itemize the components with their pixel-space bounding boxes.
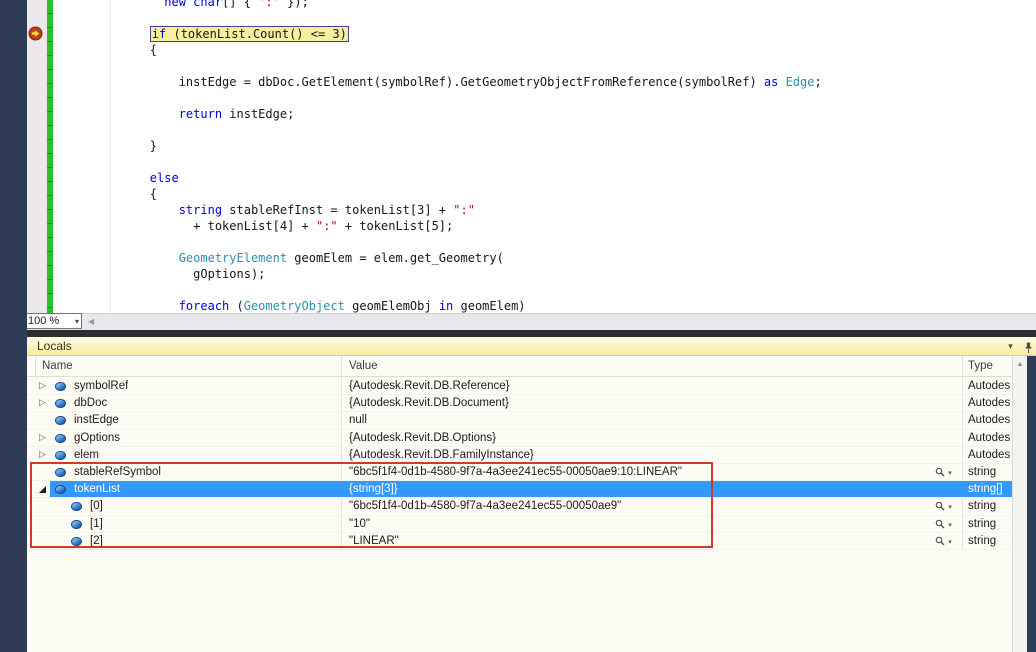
field-icon — [55, 485, 66, 494]
locals-grid: Name Value Type ▷ symbolRef {Autodesk.Revi… — [27, 356, 1012, 652]
local-type: string — [968, 533, 1012, 550]
local-type: string[] — [968, 481, 1012, 498]
local-row-0[interactable]: [0] "6bc5f1f4-0d1b-4580-9f7a-4a3ee241ec55… — [27, 498, 1012, 515]
chevron-down-icon: ▾ — [75, 315, 79, 329]
local-type: Autodes — [968, 395, 1012, 412]
code-line: { — [92, 186, 157, 202]
local-row-stableRefSymbol[interactable]: stableRefSymbol "6bc5f1f4-0d1b-4580-9f7a-… — [27, 464, 1012, 481]
magnifier-icon[interactable]: ▾ — [935, 536, 963, 549]
locals-title-bar[interactable]: Locals ▾ × — [27, 337, 1036, 356]
code-area[interactable]: new char[] { ':' }); if (tokenList.Count… — [53, 0, 1036, 313]
local-name: tokenList — [74, 481, 120, 498]
local-value[interactable]: "6bc5f1f4-0d1b-4580-9f7a-4a3ee241ec55-00… — [349, 498, 931, 515]
locals-title: Locals — [37, 337, 72, 356]
pane-splitter[interactable] — [0, 330, 1036, 337]
code-line: + tokenList[4] + ":" + tokenList[5]; — [92, 218, 453, 234]
local-type: Autodes — [968, 378, 1012, 395]
local-row-instEdge[interactable]: instEdge null Autodes — [27, 412, 1012, 429]
code-line: string stableRefInst = tokenList[3] + ":… — [92, 202, 475, 218]
local-type: string — [968, 498, 1012, 515]
expander-collapsed-icon[interactable]: ▷ — [39, 380, 46, 391]
column-divider[interactable] — [35, 356, 36, 377]
field-icon — [55, 468, 66, 477]
code-line: GeometryElement geomElem = elem.get_Geom… — [92, 250, 504, 266]
field-icon — [55, 434, 66, 443]
code-line: foreach (GeometryObject geomElemObj in g… — [92, 298, 526, 313]
local-row-2[interactable]: [2] "LINEAR" ▾ string — [27, 533, 1012, 550]
local-row-dbDoc[interactable]: ▷ dbDoc {Autodesk.Revit.DB.Document} Autode… — [27, 395, 1012, 412]
field-icon — [71, 520, 82, 529]
local-value[interactable]: {Autodesk.Revit.DB.FamilyInstance} — [349, 447, 931, 464]
local-type: string — [968, 516, 1012, 533]
local-name: instEdge — [74, 412, 119, 429]
local-row-gOptions[interactable]: ▷ gOptions {Autodesk.Revit.DB.Options} Auto… — [27, 430, 1012, 447]
editor-zoom-select[interactable]: 100 % ▾ — [22, 313, 82, 329]
magnifier-icon[interactable]: ▾ — [935, 519, 963, 532]
column-header-type[interactable]: Type — [968, 356, 993, 377]
code-line: } — [92, 138, 157, 154]
field-icon — [55, 416, 66, 425]
code-line: { — [92, 42, 157, 58]
local-value[interactable]: {string[3]} — [349, 481, 931, 498]
local-type: Autodes — [968, 430, 1012, 447]
local-value[interactable]: {Autodesk.Revit.DB.Reference} — [349, 378, 931, 395]
editor-zoom-value: 100 % — [28, 315, 59, 327]
magnifier-icon[interactable]: ▾ — [935, 501, 963, 514]
scroll-up-icon[interactable]: ▲ — [1013, 361, 1027, 368]
code-line: if (tokenList.Count() <= 3) — [92, 26, 349, 42]
local-type: string — [968, 464, 1012, 481]
locals-header-row: Name Value Type — [27, 356, 1012, 377]
local-type: Autodes — [968, 447, 1012, 464]
local-value[interactable]: "LINEAR" — [349, 533, 931, 550]
magnifier-icon[interactable]: ▾ — [935, 467, 963, 480]
field-icon — [55, 382, 66, 391]
code-line: else — [92, 170, 179, 186]
local-name: dbDoc — [74, 395, 107, 412]
field-icon — [55, 451, 66, 460]
local-name: gOptions — [74, 430, 120, 447]
window-position-menu-icon[interactable]: ▾ — [1003, 337, 1018, 356]
local-name: elem — [74, 447, 99, 464]
scroll-left-icon[interactable]: ◀ — [88, 317, 94, 327]
field-icon — [71, 502, 82, 511]
local-type: Autodes — [968, 412, 1012, 429]
local-name: [1] — [90, 516, 103, 533]
code-line: instEdge = dbDoc.GetElement(symbolRef).G… — [92, 74, 822, 90]
column-header-value[interactable]: Value — [349, 356, 378, 377]
expander-expanded-icon[interactable] — [39, 486, 46, 493]
local-row-elem[interactable]: ▷ elem {Autodesk.Revit.DB.FamilyInstance} A… — [27, 447, 1012, 464]
local-row-symbolRef[interactable]: ▷ symbolRef {Autodesk.Revit.DB.Reference} A… — [27, 378, 1012, 395]
local-name: [2] — [90, 533, 103, 550]
local-value[interactable]: {Autodesk.Revit.DB.Options} — [349, 430, 931, 447]
local-value[interactable]: "6bc5f1f4-0d1b-4580-9f7a-4a3ee241ec55-00… — [349, 464, 931, 481]
column-header-name[interactable]: Name — [42, 356, 73, 377]
locals-vertical-scrollbar[interactable]: ▲ — [1012, 356, 1027, 652]
local-name: symbolRef — [74, 378, 128, 395]
field-icon — [71, 537, 82, 546]
pin-icon[interactable] — [1021, 337, 1036, 356]
breakpoint-gutter[interactable] — [27, 0, 47, 313]
local-name: [0] — [90, 498, 103, 515]
shell-right-strip — [1027, 356, 1036, 652]
shell-left-strip — [0, 0, 27, 652]
expander-collapsed-icon[interactable]: ▷ — [39, 397, 46, 408]
local-row-1[interactable]: [1] "10" ▾ string — [27, 516, 1012, 533]
code-line: new char[] { ':' }); — [92, 0, 309, 10]
local-name: stableRefSymbol — [74, 464, 161, 481]
local-row-tokenList[interactable]: tokenList {string[3]} string[] — [27, 481, 1012, 498]
expander-collapsed-icon[interactable]: ▷ — [39, 432, 46, 443]
local-value[interactable]: {Autodesk.Revit.DB.Document} — [349, 395, 931, 412]
field-icon — [55, 399, 66, 408]
local-value[interactable]: "10" — [349, 516, 931, 533]
track-changes-bar — [47, 0, 53, 313]
code-line: gOptions); — [92, 266, 265, 282]
code-line: return instEdge; — [92, 106, 294, 122]
vs-debug-window: new char[] { ':' }); if (tokenList.Count… — [0, 0, 1036, 652]
expander-collapsed-icon[interactable]: ▷ — [39, 449, 46, 460]
editor-horizontal-scrollbar[interactable] — [27, 313, 1036, 330]
current-statement-breakpoint-icon[interactable] — [28, 26, 43, 41]
local-value[interactable]: null — [349, 412, 931, 429]
